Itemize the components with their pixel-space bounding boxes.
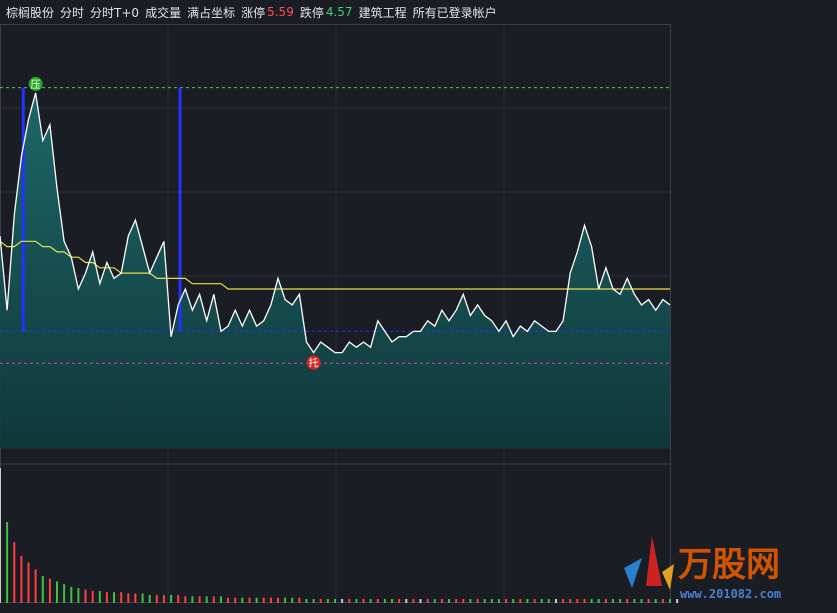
pressure-marker: 压 [28, 76, 43, 91]
price-area [0, 92, 670, 449]
volume-bar-10 [70, 586, 73, 603]
volume-bar-0 [0, 468, 1, 603]
tab-fenshi[interactable]: 分时 [60, 4, 84, 21]
watermark-url: www.201082.com [680, 587, 781, 601]
volume-bar-3 [20, 555, 23, 603]
watermark-brand: 万股网 [678, 545, 780, 585]
limit-down-value: 4.57 [325, 5, 353, 19]
volume-bar-31 [220, 596, 222, 603]
sector-label[interactable]: 建筑工程 [359, 4, 407, 21]
volume-bar-28 [198, 596, 201, 603]
volume-bar-27 [191, 596, 194, 603]
volume-bar-2 [13, 542, 16, 603]
volume-bar-1 [6, 522, 9, 603]
price-area-fill [0, 92, 670, 449]
volume-bar-9 [63, 584, 66, 603]
volume-bar-20 [141, 593, 144, 603]
volume-bar-22 [155, 594, 158, 603]
volume-bars [0, 468, 679, 603]
tab-fenshi-t0[interactable]: 分时T+0 [90, 4, 139, 21]
support-marker: 托 [306, 355, 321, 370]
limit-down-label: 跌停 [299, 5, 324, 20]
volume-bar-17 [120, 592, 123, 603]
watermark-logo: 万股网 www.201082.com [624, 536, 781, 601]
volume-bar-26 [184, 596, 187, 603]
accounts-label[interactable]: 所有已登录帐户 [413, 4, 497, 21]
volume-bar-18 [127, 593, 130, 603]
pressure-marker-text: 压 [31, 79, 41, 91]
volume-bar-25 [177, 594, 180, 603]
limit-up-label: 涨停 [241, 5, 266, 20]
intraday-chart[interactable]: 压托 [0, 24, 837, 603]
volume-bar-13 [91, 590, 94, 603]
volume-bar-7 [48, 578, 51, 603]
volume-bar-16 [113, 592, 115, 603]
volume-bar-4 [27, 562, 30, 603]
support-marker-text: 托 [309, 357, 319, 370]
volume-bar-8 [56, 581, 58, 603]
watermark-arrow-orange [662, 564, 674, 590]
volume-bar-11 [77, 588, 80, 603]
volume-bar-12 [84, 589, 87, 603]
watermark-arrow-blue [624, 558, 642, 588]
limit-up-value: 5.59 [267, 5, 294, 19]
volume-bar-24 [170, 594, 173, 603]
chart-toolbar: 棕榈股份 分时 分时T+0 成交量 满占坐标 涨停 5.59 跌停 4.57 建… [0, 0, 837, 24]
tab-fullscale[interactable]: 满占坐标 [187, 4, 235, 21]
volume-bar-15 [105, 592, 108, 603]
indicator-footer [0, 603, 837, 613]
stock-name[interactable]: 棕榈股份 [6, 4, 54, 21]
volume-bar-6 [41, 576, 44, 603]
volume-bar-19 [134, 593, 137, 603]
volume-bar-29 [205, 596, 208, 603]
watermark-arrow-red [646, 536, 662, 586]
volume-bar-5 [34, 569, 37, 603]
volume-bar-21 [148, 594, 151, 603]
volume-bar-23 [162, 594, 165, 603]
tab-volume[interactable]: 成交量 [145, 4, 181, 21]
volume-bar-14 [98, 590, 101, 603]
volume-bar-30 [212, 596, 215, 603]
